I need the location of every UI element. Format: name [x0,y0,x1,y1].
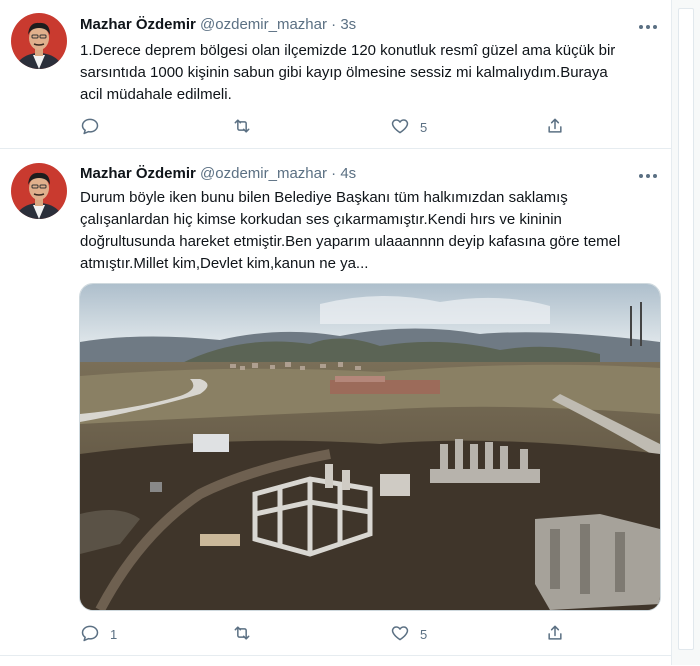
separator-dot: · [331,16,337,33]
timestamp[interactable]: 3s [340,16,356,33]
share-button[interactable] [545,622,565,646]
avatar[interactable] [11,13,67,69]
more-icon[interactable] [638,169,658,183]
reply-count: 1 [110,626,118,642]
like-button[interactable]: 5 [390,115,427,139]
separator-dot: · [331,165,337,182]
timestamp[interactable]: 4s [340,165,356,182]
reply-button[interactable] [80,115,110,139]
tweet-actions: 5 [80,115,570,139]
scrollbar[interactable] [671,0,700,665]
tweet[interactable]: Mazhar Özdemir @ozdemir_mazhar · 3s 1.De… [0,0,672,149]
avatar[interactable] [11,163,67,219]
like-button[interactable]: 5 [390,622,427,646]
reply-icon [80,623,100,646]
tweet-header: Mazhar Özdemir @ozdemir_mazhar · 4s [80,165,356,182]
retweet-button[interactable] [232,115,262,139]
retweet-icon [232,623,252,646]
like-count: 5 [420,626,428,642]
scrollbar-thumb[interactable] [678,8,694,650]
reply-icon [80,116,100,139]
retweet-button[interactable] [232,622,262,646]
like-count: 5 [420,119,428,135]
more-icon[interactable] [638,20,658,34]
timeline: Mazhar Özdemir @ozdemir_mazhar · 3s 1.De… [0,0,672,665]
author-name[interactable]: Mazhar Özdemir [80,165,196,182]
share-icon [545,623,565,646]
tweet-photo[interactable] [79,283,661,611]
divider [0,655,672,666]
tweet-actions: 1 5 [80,622,570,646]
heart-icon [390,623,410,646]
retweet-icon [232,116,252,139]
author-name[interactable]: Mazhar Özdemir [80,16,196,33]
tweet-text: 1.Derece deprem bölgesi olan ilçemizde 1… [80,42,616,103]
tweet-header: Mazhar Özdemir @ozdemir_mazhar · 3s [80,16,356,33]
heart-icon [390,116,410,139]
share-icon [545,116,565,139]
author-handle[interactable]: @ozdemir_mazhar [200,165,327,182]
share-button[interactable] [545,115,565,139]
reply-button[interactable]: 1 [80,622,117,646]
author-handle[interactable]: @ozdemir_mazhar [200,16,327,33]
tweet-text: Durum böyle iken bunu bilen Belediye Baş… [80,189,621,272]
